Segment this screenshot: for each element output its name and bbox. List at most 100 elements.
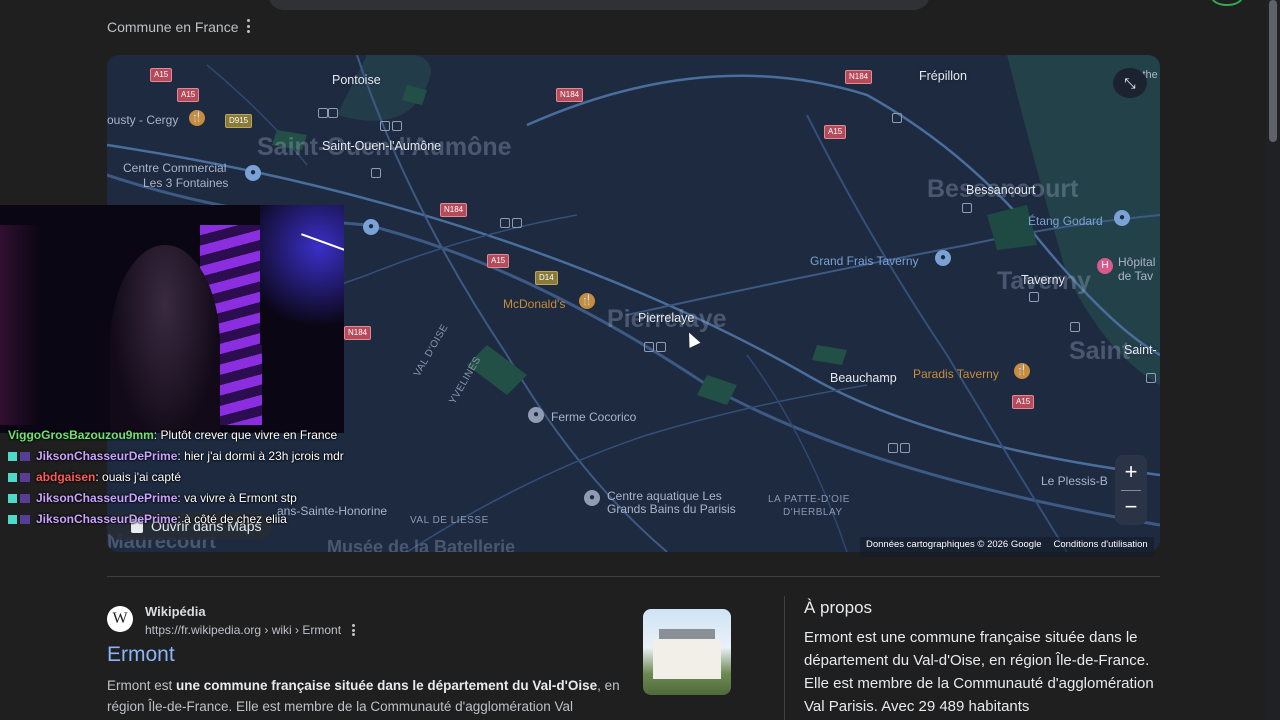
zoom-divider	[1121, 490, 1141, 491]
transit-icon	[1029, 292, 1039, 302]
chat-badge-icon	[8, 515, 17, 525]
chat-badge-icon	[20, 473, 30, 483]
map-city-label: Saint-	[1124, 343, 1157, 357]
map-city-label: Frépillon	[919, 69, 967, 83]
road-shield: D915	[225, 114, 253, 128]
map-place-label: Centre aquatique Les	[607, 489, 722, 503]
result-more-icon[interactable]	[349, 623, 357, 637]
zoom-in-button[interactable]: +	[1115, 455, 1147, 490]
transit-icon	[371, 168, 381, 178]
chat-badge-icon	[8, 473, 17, 483]
road-shield: A15	[150, 68, 173, 82]
map-city-label: Taverny	[1021, 273, 1065, 287]
road-shield: A15	[1012, 395, 1035, 409]
terms-link[interactable]: Conditions d'utilisation	[1053, 539, 1147, 555]
map-area-label: VAL DE LIESSE	[410, 515, 489, 526]
chat-badge-icon	[20, 515, 30, 525]
zoom-out-button[interactable]: −	[1115, 490, 1147, 525]
map-place-label: de Tav	[1118, 269, 1154, 283]
map-city-label: Beauchamp	[830, 371, 897, 385]
transit-icon	[1146, 373, 1156, 383]
stream-chat: ViggoGrosBazouzou9mm: Plutôt crever que …	[8, 425, 348, 530]
fullscreen-icon[interactable]: ⤡	[1113, 68, 1147, 98]
restaurant-icon[interactable]: 🍴	[1014, 363, 1030, 379]
transit-icon	[500, 218, 510, 228]
transit-icon	[512, 218, 522, 228]
chat-username: JiksonChasseurDePrime	[36, 491, 178, 505]
result-title-link[interactable]: Ermont	[107, 643, 175, 667]
scrollbar[interactable]	[1266, 0, 1280, 720]
transit-icon	[392, 121, 402, 131]
map-city-label: Bessancourt	[966, 183, 1036, 197]
chat-username: JiksonChasseurDePrime	[36, 512, 178, 526]
search-bar[interactable]	[268, 0, 930, 10]
restaurant-icon[interactable]: 🍴	[189, 110, 205, 126]
section-label: Commune en France	[107, 19, 239, 35]
chat-text: à côté de chez eliia	[184, 512, 287, 526]
more-options-icon[interactable]	[242, 17, 254, 35]
column-divider	[784, 596, 785, 720]
webcam-glow	[260, 205, 344, 345]
road-shield: N184	[344, 326, 372, 340]
transit-icon	[888, 443, 898, 453]
road-shield: A15	[177, 88, 200, 102]
result-source-name[interactable]: Wikipédia	[145, 604, 206, 619]
road-shield: D14	[535, 271, 558, 285]
hospital-icon[interactable]: H	[1097, 258, 1113, 274]
wikipedia-icon[interactable]: W	[107, 606, 133, 632]
map-place-label: Musée de la Batellerie	[327, 537, 516, 552]
snippet-text: Ermont est	[107, 678, 177, 693]
chat-text: Plutôt crever que vivre en France	[160, 428, 338, 442]
transit-icon	[1070, 322, 1080, 332]
road-shield: N184	[845, 70, 873, 84]
restaurant-icon[interactable]: 🍴	[579, 293, 595, 309]
road-shield: N184	[440, 203, 468, 217]
transit-icon	[962, 203, 972, 213]
map-place-label: Le Plessis-B	[1041, 474, 1108, 488]
map-place-label: Étang Godard	[1028, 214, 1103, 228]
map-place-label: Les 3 Fontaines	[143, 176, 229, 190]
scrollbar-thumb[interactable]	[1269, 0, 1277, 142]
result-thumbnail[interactable]	[643, 609, 731, 695]
chat-message: JiksonChasseurDePrime: à côté de chez el…	[8, 509, 348, 530]
map-area-label: D'HERBLAY	[783, 507, 843, 518]
zoom-control: + −	[1115, 455, 1147, 525]
transit-icon	[900, 443, 910, 453]
chat-text: ouais j'ai capté	[102, 470, 182, 484]
road-shield: N184	[556, 88, 584, 102]
map-area-label: LA PATTE-D'OIE	[768, 494, 850, 505]
map-place-label: McDonald's	[503, 297, 566, 311]
streamer	[110, 245, 220, 433]
map-city-label: Pierrelaye	[638, 311, 695, 325]
chat-text: hier j'ai dormi à 23h jcrois mdr	[184, 449, 344, 463]
account-avatar[interactable]	[1211, 0, 1243, 6]
transit-icon	[644, 342, 654, 352]
chat-username: abdgaisen	[36, 470, 96, 484]
road-shield: A15	[824, 125, 847, 139]
map-city-label: Saint-Ouen-l'Aumône	[322, 139, 442, 153]
section-divider	[107, 576, 1160, 577]
thumbnail-building	[653, 639, 721, 679]
result-url[interactable]: https://fr.wikipedia.org › wiki › Ermont	[145, 623, 341, 637]
map-place-label: Centre Commercial	[123, 161, 227, 175]
shopping-icon[interactable]: ●	[245, 165, 261, 181]
park-icon[interactable]: ●	[1114, 210, 1130, 226]
shopping-icon[interactable]: ●	[935, 250, 951, 266]
map-place-label: Paradis Taverny	[913, 367, 999, 381]
place-icon[interactable]: ●	[584, 490, 600, 506]
map-place-label: Hôpital	[1118, 255, 1156, 269]
chat-message: abdgaisen: ouais j'ai capté	[8, 467, 348, 488]
chat-badge-icon	[8, 452, 17, 462]
map-place-label: Ferme Cocorico	[551, 410, 637, 424]
webcam-background	[0, 225, 40, 425]
road-shield: A15	[487, 254, 510, 268]
result-snippet: Ermont est une commune française située …	[107, 675, 627, 717]
chat-username: ViggoGrosBazouzou9mm	[8, 428, 154, 442]
shopping-icon[interactable]: ●	[363, 219, 379, 235]
chat-badge-icon	[20, 494, 30, 504]
map-place-label: ousty - Cergy	[107, 113, 179, 127]
chat-badge-icon	[20, 452, 30, 462]
transit-icon	[318, 108, 328, 118]
place-icon[interactable]: ●	[528, 407, 544, 423]
chat-message: JiksonChasseurDePrime: hier j'ai dormi à…	[8, 446, 348, 467]
